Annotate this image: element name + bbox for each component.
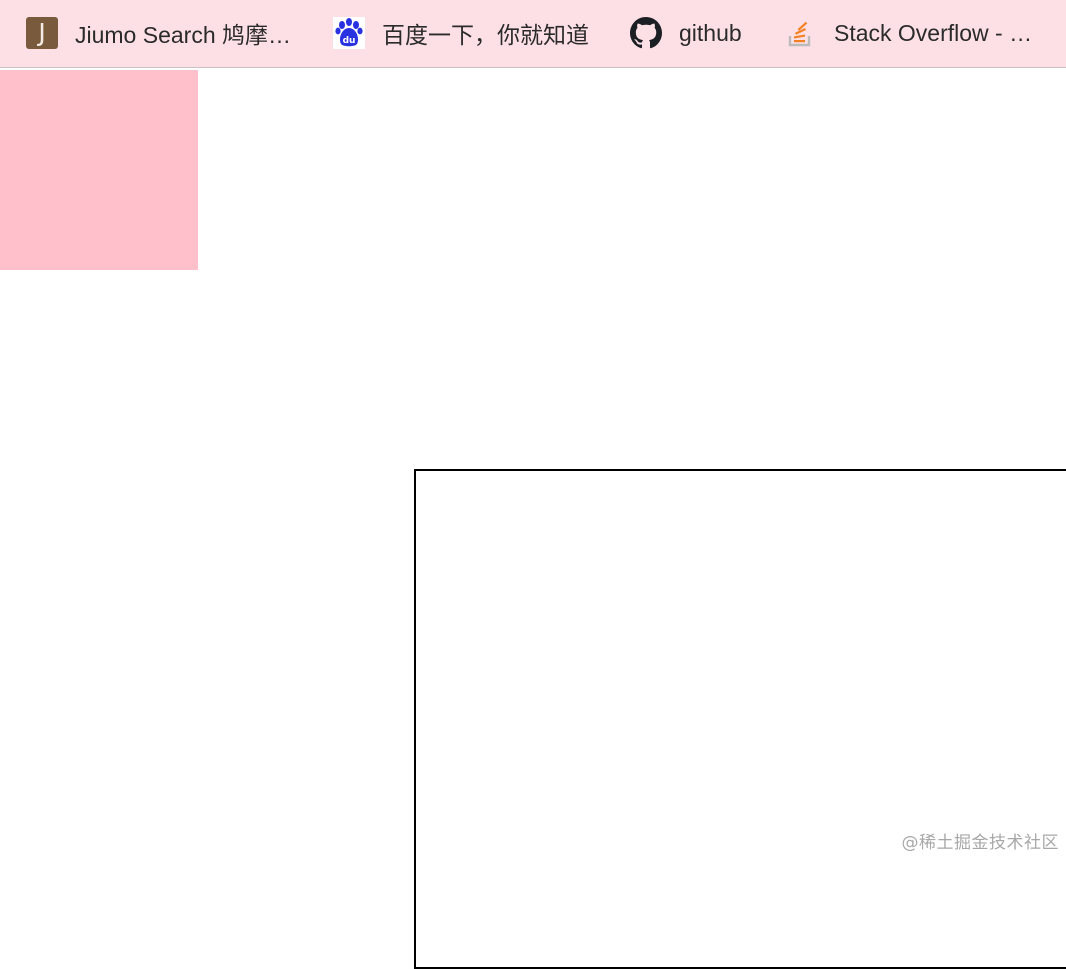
juejin-watermark: @稀土掘金技术社区 [902, 828, 1060, 853]
github-octocat-icon [630, 17, 662, 49]
bookmark-label: Jiumo Search 鸠摩搜书 [75, 16, 304, 50]
bookmark-github[interactable]: github [630, 0, 760, 66]
baidu-du-text: du [343, 36, 356, 46]
outlined-box [414, 469, 1066, 969]
stackoverflow-icon [785, 17, 817, 49]
bookmarks-bar: J Jiumo Search 鸠摩搜书 du 百度一下，你就知道 github [0, 0, 1066, 68]
bookmark-jiumo-search[interactable]: J Jiumo Search 鸠摩搜书 [26, 0, 304, 66]
pink-box [0, 70, 198, 270]
bookmark-label: 百度一下，你就知道 [382, 16, 589, 50]
bookmark-label: github [679, 20, 742, 47]
jiumo-j-icon: J [26, 17, 58, 49]
baidu-paw-icon: du [333, 17, 365, 49]
bookmark-label: Stack Overflow - Where Developers Learn [834, 20, 1053, 47]
bookmark-stack-overflow[interactable]: Stack Overflow - Where Developers Learn [785, 0, 1053, 66]
bookmark-baidu[interactable]: du 百度一下，你就知道 [333, 0, 605, 66]
